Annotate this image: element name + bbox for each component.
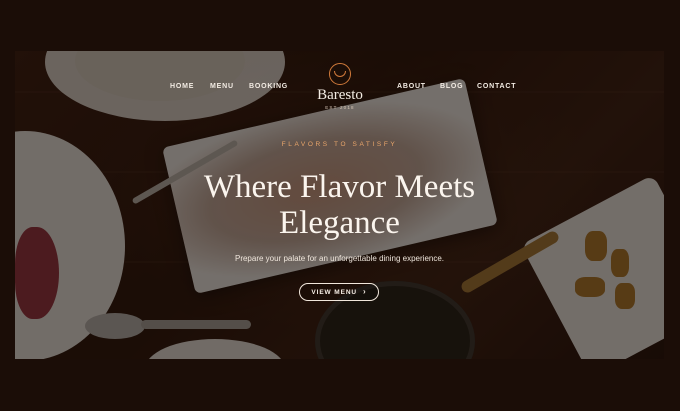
nav-home[interactable]: HOME	[170, 83, 194, 90]
hero-headline: Where Flavor Meets Elegance	[15, 169, 664, 241]
main-nav: HOME MENU BOOKING Baresto EST 2018 ABOUT…	[15, 51, 664, 121]
nav-about[interactable]: ABOUT	[397, 83, 426, 90]
hero-subtitle: Prepare your palate for an unforgettable…	[234, 254, 445, 263]
chevron-right-icon: ›	[363, 287, 367, 296]
nav-blog[interactable]: BLOG	[440, 83, 463, 90]
hero-eyebrow: FLAVORS TO SATISFY	[281, 141, 398, 148]
nav-contact[interactable]: CONTACT	[477, 83, 516, 90]
nav-booking[interactable]: BOOKING	[249, 83, 288, 90]
serving-cloche-icon	[329, 63, 351, 85]
brand-name: Baresto	[317, 87, 363, 103]
headline-line-1: Where Flavor Meets	[203, 169, 476, 205]
view-menu-label: VIEW MENU	[311, 288, 358, 296]
brand-tagline: EST 2018	[325, 105, 355, 110]
hero-section: HOME MENU BOOKING Baresto EST 2018 ABOUT…	[15, 51, 664, 359]
nav-menu[interactable]: MENU	[210, 83, 234, 90]
headline-line-2: Elegance	[279, 205, 400, 241]
view-menu-button[interactable]: VIEW MENU ›	[299, 283, 379, 301]
brand-logo[interactable]: Baresto EST 2018	[307, 63, 373, 110]
